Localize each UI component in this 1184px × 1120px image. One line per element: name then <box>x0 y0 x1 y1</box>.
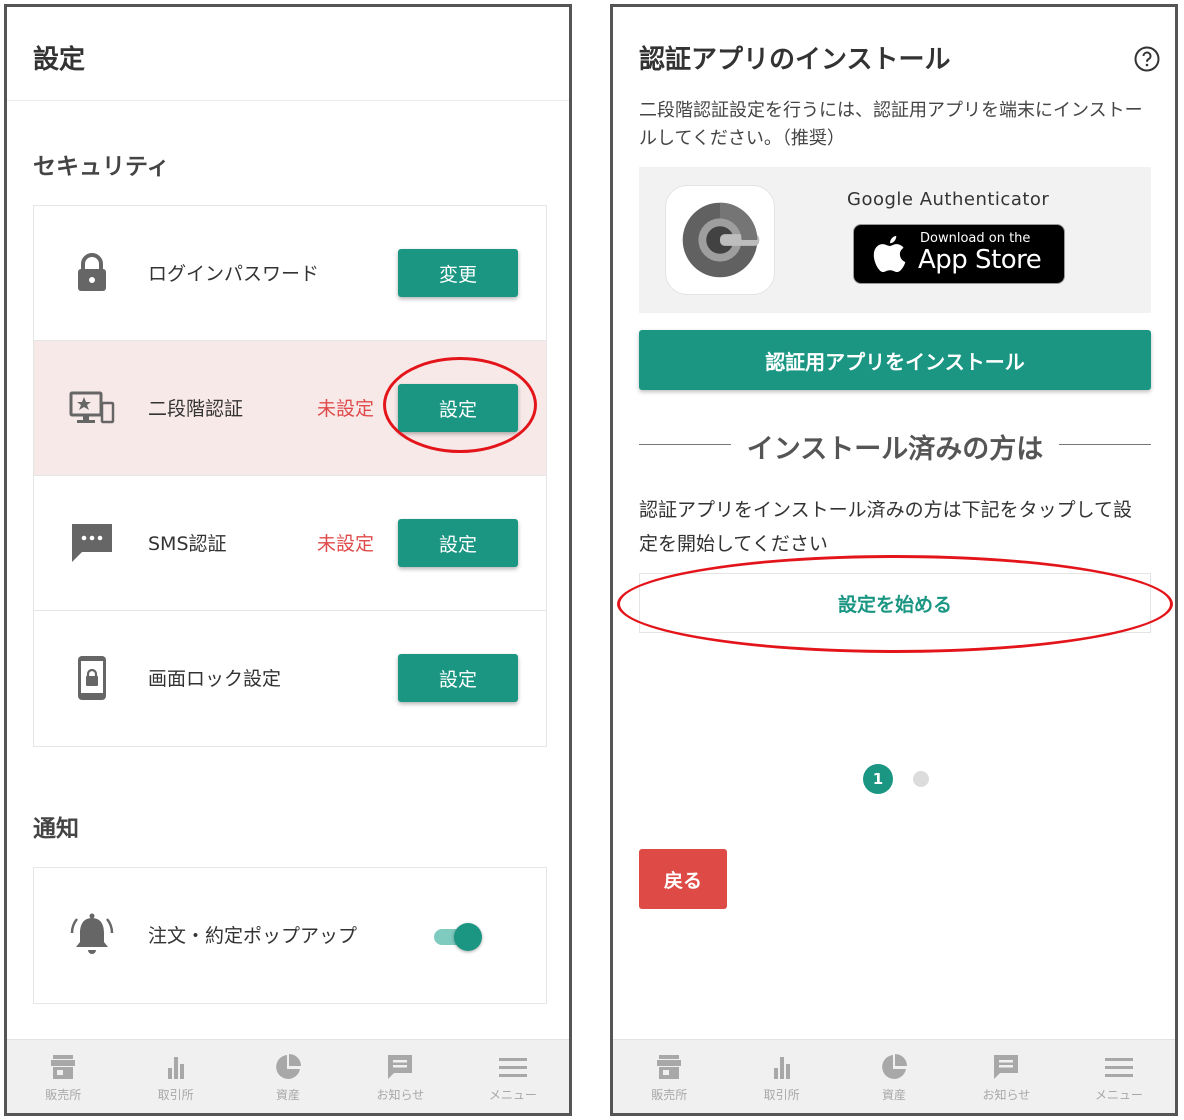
back-button[interactable]: 戻る <box>639 849 727 909</box>
order-popup-row: 注文・約定ポップアップ <box>34 868 546 1003</box>
app-name: Google Authenticator <box>847 189 1050 210</box>
store-icon <box>51 1055 76 1079</box>
settings-screen: 設定 セキュリティ ログインパスワード 変更 二段階認証 未設定 設定 SMS認… <box>4 4 572 1116</box>
tab-menu-label: メニュー <box>488 1088 537 1102</box>
pagination-dot-active[interactable]: 1 <box>863 764 893 794</box>
tab-news-label: お知らせ <box>376 1088 425 1102</box>
tab-assets[interactable]: 資産 <box>232 1040 344 1113</box>
menu-icon <box>498 1058 527 1077</box>
tab-store-label: 販売所 <box>45 1088 82 1102</box>
tab-store[interactable]: 販売所 <box>7 1040 119 1113</box>
page-title: 認証アプリのインストール <box>639 45 951 75</box>
tab-assets[interactable]: 資産 <box>838 1040 950 1113</box>
sms-auth-row: SMS認証 未設定 設定 <box>34 476 546 611</box>
sms-auth-status: 未設定 <box>317 533 375 555</box>
toggle-knob <box>454 923 482 951</box>
message-icon <box>994 1055 1019 1079</box>
login-password-label: ログインパスワード <box>148 263 320 285</box>
tab-assets-label: 資産 <box>882 1088 907 1102</box>
bell-icon <box>70 913 114 954</box>
apple-logo-icon <box>873 236 906 272</box>
lock-icon <box>78 253 106 291</box>
menu-icon <box>1104 1058 1133 1077</box>
tab-exchange[interactable]: 取引所 <box>725 1040 837 1113</box>
tab-news[interactable]: お知らせ <box>344 1040 456 1113</box>
sms-auth-label: SMS認証 <box>148 533 227 555</box>
sms-message-icon <box>72 524 112 562</box>
tab-store[interactable]: 販売所 <box>613 1040 725 1113</box>
appstore-line2: App Store <box>918 245 1042 275</box>
tab-exchange-label: 取引所 <box>157 1088 194 1102</box>
tab-assets-label: 資産 <box>276 1088 301 1102</box>
install-app-button[interactable]: 認証用アプリをインストール <box>639 330 1151 390</box>
change-password-button[interactable]: 変更 <box>398 249 518 297</box>
pie-chart-icon <box>882 1054 908 1079</box>
notification-section-title: 通知 <box>33 816 79 842</box>
tab-news[interactable]: お知らせ <box>950 1040 1062 1113</box>
divider-text: インストール済みの方は <box>746 434 1044 465</box>
two-factor-label: 二段階認証 <box>148 398 244 420</box>
two-factor-device-icon <box>69 391 115 424</box>
annotation-circle <box>383 357 537 453</box>
authenticator-logo-icon <box>682 202 760 278</box>
security-card: ログインパスワード 変更 二段階認証 未設定 設定 SMS認証 未設定 設定 画… <box>33 205 547 747</box>
bottom-tab-bar: 販売所 取引所 資産 お知らせ メニュー <box>613 1039 1175 1113</box>
authenticator-install-screen: 認証アプリのインストール 二段階認証設定を行うには、認証用アプリを端末にインスト… <box>610 4 1178 1116</box>
pagination-dot-inactive[interactable] <box>913 771 929 787</box>
order-popup-label: 注文・約定ポップアップ <box>148 925 358 947</box>
tab-store-label: 販売所 <box>651 1088 688 1102</box>
annotation-ellipse <box>617 555 1173 653</box>
page-title: 設定 <box>7 7 569 101</box>
message-icon <box>388 1055 413 1079</box>
appstore-line1: Download on the <box>920 231 1031 246</box>
install-description: 二段階認証設定を行うには、認証用アプリを端末にインストールしてください。（推奨） <box>639 100 1143 149</box>
bottom-tab-bar: 販売所 取引所 資産 お知らせ メニュー <box>7 1039 569 1113</box>
phone-lock-icon <box>78 656 106 700</box>
tab-news-label: お知らせ <box>982 1088 1031 1102</box>
sms-setup-button[interactable]: 設定 <box>398 519 518 567</box>
pie-chart-icon <box>276 1054 302 1079</box>
screen-lock-label: 画面ロック設定 <box>148 668 282 690</box>
tab-exchange[interactable]: 取引所 <box>119 1040 231 1113</box>
screen-lock-setup-button[interactable]: 設定 <box>398 654 518 702</box>
app-store-badge[interactable]: Download on the App Store <box>853 224 1065 284</box>
login-password-row: ログインパスワード 変更 <box>34 206 546 341</box>
app-info-box: Google Authenticator Download on the App… <box>639 167 1151 313</box>
help-icon[interactable] <box>1133 45 1161 73</box>
google-authenticator-app-icon <box>665 185 775 295</box>
security-section-title: セキュリティ <box>33 154 170 180</box>
tab-exchange-label: 取引所 <box>763 1088 800 1102</box>
store-icon <box>657 1055 682 1079</box>
bar-chart-icon <box>773 1057 790 1079</box>
order-popup-toggle[interactable] <box>432 920 484 952</box>
screen-lock-row: 画面ロック設定 設定 <box>34 611 546 746</box>
installed-description: 認証アプリをインストール済みの方は下記をタップして設定を開始してください <box>639 499 1133 555</box>
tab-menu-label: メニュー <box>1094 1088 1143 1102</box>
installed-divider: インストール済みの方は <box>639 425 1151 465</box>
bar-chart-icon <box>167 1057 184 1079</box>
two-factor-status: 未設定 <box>317 398 375 420</box>
tab-menu[interactable]: メニュー <box>457 1040 569 1113</box>
tab-menu[interactable]: メニュー <box>1063 1040 1175 1113</box>
notification-card: 注文・約定ポップアップ <box>33 867 547 1004</box>
